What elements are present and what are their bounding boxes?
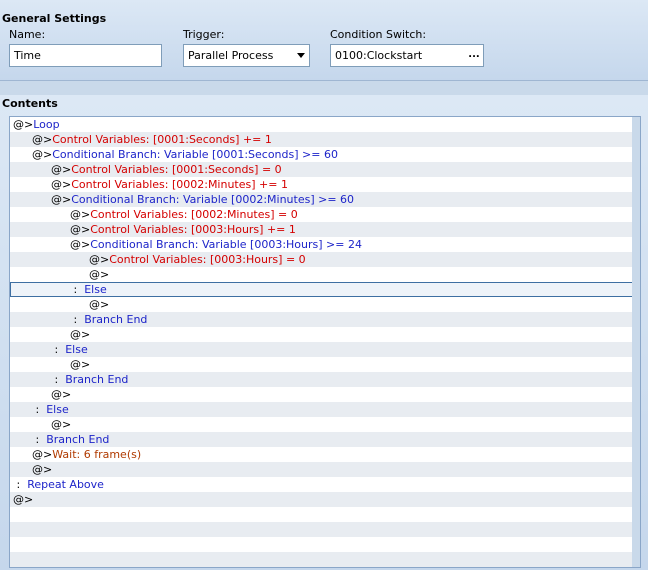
row-prefix: @> — [70, 208, 91, 221]
row-prefix: @> — [13, 118, 34, 131]
empty-row[interactable] — [10, 507, 640, 522]
row-prefix: @> — [13, 493, 34, 506]
row-prefix: @> — [89, 298, 110, 311]
command-row[interactable]: @> — [10, 357, 640, 372]
command-row[interactable]: @> — [10, 492, 640, 507]
trigger-select[interactable]: Parallel Process — [183, 44, 310, 67]
row-prefix: @> — [70, 328, 91, 341]
row-command-text: Repeat Above — [27, 478, 104, 491]
row-command-text: Conditional Branch: Variable [0002:Minut… — [71, 193, 355, 206]
command-row[interactable]: : Branch End — [10, 432, 640, 447]
contents-title: Contents — [2, 97, 58, 110]
condition-switch-value: 0100:Clockstart — [335, 49, 423, 62]
empty-row[interactable] — [10, 537, 640, 552]
event-command-list[interactable]: @>Loop @>Control Variables: [0001:Seconds… — [9, 116, 641, 568]
row-prefix: @> — [51, 178, 72, 191]
row-command-text: Control Variables: [0003:Hours] += 1 — [90, 223, 296, 236]
row-prefix: : — [32, 403, 47, 416]
condition-switch-browse-button[interactable]: ... — [467, 45, 481, 66]
row-prefix: @> — [89, 268, 110, 281]
command-row[interactable]: @>Control Variables: [0001:Seconds] += 1 — [10, 132, 640, 147]
row-prefix: : — [70, 283, 85, 296]
row-prefix: @> — [32, 133, 53, 146]
command-row[interactable]: @>Control Variables: [0002:Minutes] = 0 — [10, 207, 640, 222]
command-row[interactable]: @>Conditional Branch: Variable [0003:Hou… — [10, 237, 640, 252]
row-prefix: @> — [32, 448, 53, 461]
command-row[interactable]: : Repeat Above — [10, 477, 640, 492]
row-command-text: Else — [46, 403, 69, 416]
command-row[interactable]: @>Wait: 6 frame(s) — [10, 447, 640, 462]
row-prefix: : — [70, 313, 85, 326]
command-row[interactable]: @>Conditional Branch: Variable [0002:Min… — [10, 192, 640, 207]
command-row[interactable]: @> — [10, 462, 640, 477]
row-prefix: @> — [32, 148, 53, 161]
command-row[interactable]: : Else — [10, 402, 640, 417]
row-prefix: : — [51, 343, 66, 356]
row-command-text: Control Variables: [0002:Minutes] = 0 — [90, 208, 298, 221]
command-row[interactable]: @> — [10, 417, 640, 432]
command-row[interactable]: @> — [10, 267, 640, 282]
command-row[interactable]: @>Control Variables: [0002:Minutes] += 1 — [10, 177, 640, 192]
row-prefix: @> — [51, 163, 72, 176]
general-settings-panel: General Settings Name: Time Trigger: Par… — [0, 0, 648, 81]
row-command-text: Control Variables: [0001:Seconds] += 1 — [52, 133, 272, 146]
row-command-text: Loop — [33, 118, 60, 131]
list-right-edge — [632, 117, 640, 567]
row-command-text: Wait: 6 frame(s) — [52, 448, 142, 461]
command-row[interactable]: @>Conditional Branch: Variable [0001:Sec… — [10, 147, 640, 162]
row-prefix: @> — [70, 223, 91, 236]
empty-row[interactable] — [10, 522, 640, 537]
row-prefix: : — [51, 373, 66, 386]
trigger-value: Parallel Process — [188, 49, 274, 62]
name-label: Name: — [9, 28, 46, 41]
row-command-text: Control Variables: [0001:Seconds] = 0 — [71, 163, 282, 176]
row-prefix: : — [13, 478, 28, 491]
row-command-text: Branch End — [65, 373, 129, 386]
row-prefix: @> — [51, 418, 72, 431]
command-row[interactable]: : Branch End — [10, 372, 640, 387]
row-prefix: @> — [32, 463, 53, 476]
row-command-text: Branch End — [46, 433, 110, 446]
condition-switch-label: Condition Switch: — [330, 28, 427, 41]
command-row[interactable]: @> — [10, 387, 640, 402]
row-command-text: Else — [84, 283, 107, 296]
row-prefix: @> — [70, 238, 91, 251]
empty-row[interactable] — [10, 552, 640, 567]
name-input[interactable]: Time — [9, 44, 162, 67]
row-prefix: : — [32, 433, 47, 446]
command-row[interactable]: @> — [10, 327, 640, 342]
trigger-label: Trigger: — [183, 28, 225, 41]
row-command-text: Else — [65, 343, 88, 356]
row-command-text: Branch End — [84, 313, 148, 326]
row-command-text: Conditional Branch: Variable [0003:Hours… — [90, 238, 362, 251]
row-prefix: @> — [51, 193, 72, 206]
command-row[interactable]: : Else — [10, 342, 640, 357]
command-row[interactable]: : Else — [10, 282, 640, 297]
row-command-text: Control Variables: [0002:Minutes] += 1 — [71, 178, 288, 191]
row-prefix: @> — [89, 253, 110, 266]
command-row[interactable]: @> — [10, 297, 640, 312]
row-command-text: Control Variables: [0003:Hours] = 0 — [109, 253, 306, 266]
general-settings-title: General Settings — [2, 12, 107, 25]
row-command-text: Conditional Branch: Variable [0001:Secon… — [52, 148, 338, 161]
condition-switch-field[interactable]: 0100:Clockstart ... — [330, 44, 484, 67]
command-row[interactable]: : Branch End — [10, 312, 640, 327]
chevron-down-icon[interactable] — [297, 53, 305, 58]
row-prefix: @> — [70, 358, 91, 371]
command-row[interactable]: @>Control Variables: [0003:Hours] += 1 — [10, 222, 640, 237]
command-row[interactable]: @>Control Variables: [0001:Seconds] = 0 — [10, 162, 640, 177]
command-row[interactable]: @>Control Variables: [0003:Hours] = 0 — [10, 252, 640, 267]
row-prefix: @> — [51, 388, 72, 401]
command-row[interactable]: @>Loop — [10, 117, 640, 132]
